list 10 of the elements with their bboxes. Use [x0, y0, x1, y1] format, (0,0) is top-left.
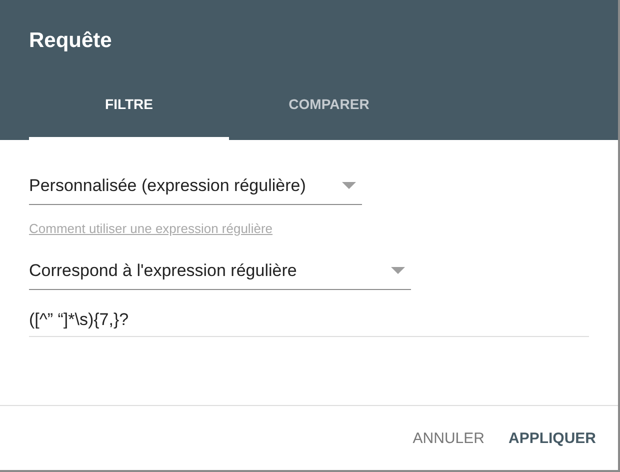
match-type-dropdown[interactable]: Personnalisée (expression régulière)	[29, 167, 362, 205]
apply-button[interactable]: APPLIQUER	[500, 422, 604, 454]
caret-icon	[391, 267, 405, 274]
caret-icon	[342, 182, 356, 189]
tab[interactable]: COMPARER	[229, 81, 429, 140]
tab[interactable]: FILTRE	[29, 81, 229, 140]
condition-dropdown[interactable]: Correspond à l'expression régulière	[29, 252, 411, 290]
cancel-button[interactable]: ANNULER	[404, 422, 492, 454]
expression-field[interactable]: ([^” “]*\s){7,}?	[29, 310, 589, 337]
dialog-title: Requête	[28, 28, 113, 54]
